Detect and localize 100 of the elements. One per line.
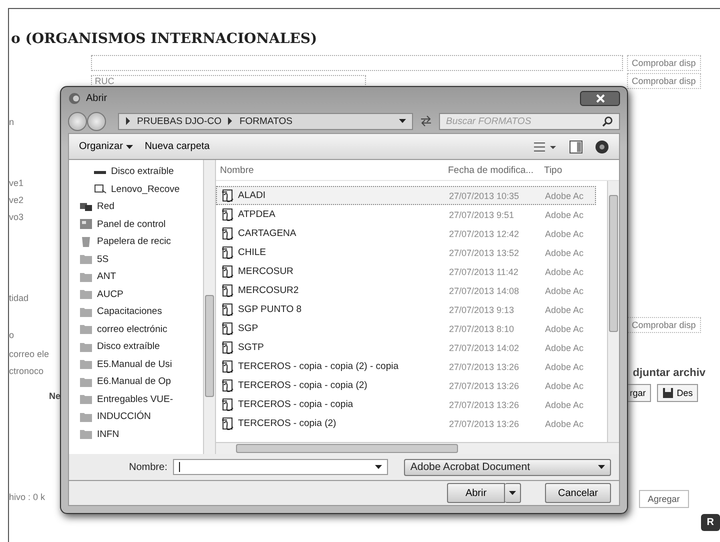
new-folder-button[interactable]: Nueva carpeta <box>144 141 210 152</box>
dropdown-arrow-icon <box>509 491 516 495</box>
file-type: Adobe Ac <box>544 342 585 352</box>
field-label: Ne <box>49 391 61 402</box>
nav-item[interactable]: INDUCCIÓN <box>69 408 203 426</box>
column-header[interactable]: Fecha de modifica... <box>448 164 540 176</box>
nav-item[interactable]: Entregables VUE- <box>69 390 203 408</box>
nav-item[interactable]: Lenovo_Recove <box>69 180 203 198</box>
file-type: Adobe Ac <box>544 418 585 428</box>
nav-item[interactable]: INFN <box>69 426 203 443</box>
folder-icon <box>79 340 93 353</box>
field-label: hivo : 0 k <box>9 492 46 503</box>
folder-icon <box>79 288 93 300</box>
file-type: Adobe Ac <box>544 362 585 372</box>
nav-item[interactable]: ANT <box>69 268 203 286</box>
file-name: TERCEROS - copia - copia (2) <box>238 380 368 391</box>
breadcrumb-item[interactable]: PRUEBAS DJO-CO <box>137 116 222 126</box>
nav-item[interactable]: 5S <box>69 250 203 268</box>
cancel-button[interactable]: Cancelar <box>545 483 611 503</box>
nav-item[interactable]: Capacitaciones <box>69 303 203 320</box>
address-bar[interactable]: PRUEBAS DJO-CO FORMATOS <box>118 112 413 130</box>
file-type: Adobe Ac <box>544 400 585 410</box>
file-type: Adobe Ac <box>544 228 585 238</box>
file-date: 27/07/2013 13:26 <box>449 400 520 410</box>
pdf-file-icon <box>221 265 235 278</box>
file-name: MERCOSUR <box>238 266 294 277</box>
check-availability-button[interactable]: Comprobar disp <box>626 317 701 333</box>
network-icon <box>79 200 93 213</box>
nav-item[interactable]: correo electrónic <box>69 320 203 338</box>
file-row[interactable]: SGP 27/07/2013 8:10 Adobe Ac <box>216 319 596 338</box>
file-name: CARTAGENA <box>238 228 296 239</box>
text-field[interactable] <box>90 55 623 71</box>
check-availability-button[interactable]: Comprobar disp <box>626 55 701 71</box>
file-name: TERCEROS - copia (2) <box>238 418 336 429</box>
preview-pane-icon[interactable] <box>569 140 583 154</box>
pdf-file-icon <box>221 189 235 202</box>
file-date: 27/07/2013 13:26 <box>449 362 520 372</box>
pdf-file-icon <box>221 341 235 354</box>
chevron-icon <box>227 117 234 125</box>
file-name: ATPDEA <box>238 209 276 220</box>
close-button[interactable] <box>580 90 620 106</box>
file-row[interactable]: SGTP 27/07/2013 14:02 Adobe Ac <box>216 338 596 357</box>
caret-icon <box>126 145 133 149</box>
forward-button[interactable] <box>87 112 106 130</box>
pdf-file-icon <box>221 303 235 316</box>
file-row[interactable]: TERCEROS - copia (2) 27/07/2013 13:26 Adobe Ac <box>216 414 596 433</box>
nav-item[interactable]: E5.Manual de Usi <box>69 356 203 373</box>
download-button[interactable]: Des <box>656 384 698 402</box>
file-row[interactable]: ATPDEA 27/07/2013 9:51 Adobe Ac <box>216 205 596 224</box>
folder-icon <box>79 410 93 423</box>
nav-item[interactable]: Panel de control <box>69 216 203 233</box>
breadcrumb-item[interactable]: FORMATOS <box>239 116 292 126</box>
help-icon[interactable] <box>595 140 609 154</box>
refresh-icon[interactable] <box>419 115 433 127</box>
column-header[interactable]: Tipo <box>540 164 594 176</box>
page-title: o (ORGANISMOS INTERNACIONALES) <box>11 31 318 47</box>
file-type: Adobe Ac <box>544 286 585 296</box>
file-row[interactable]: CARTAGENA 27/07/2013 12:42 Adobe Ac <box>216 224 596 243</box>
filename-field[interactable] <box>173 459 388 475</box>
file-date: 27/07/2013 14:02 <box>449 342 520 352</box>
recycle-bin-icon <box>79 236 93 248</box>
add-button[interactable]: Agregar <box>638 490 689 508</box>
nav-item[interactable]: Papelera de recic <box>69 233 203 250</box>
pdf-file-icon <box>221 360 235 373</box>
file-row[interactable]: MERCOSUR2 27/07/2013 14:08 Adobe Ac <box>216 281 596 300</box>
check-availability-button[interactable]: Comprobar disp <box>626 73 701 89</box>
field-label: vo3 <box>9 212 24 223</box>
file-name: SGP <box>238 323 258 334</box>
close-icon <box>596 94 604 102</box>
dialog-title: Abrir <box>86 92 108 104</box>
dropdown-arrow-icon <box>598 465 605 469</box>
file-row[interactable]: SGP PUNTO 8 27/07/2013 9:13 Adobe Ac <box>216 300 596 319</box>
file-name: CHILE <box>238 247 266 258</box>
column-header[interactable]: Nombre <box>216 164 448 176</box>
file-row[interactable]: TERCEROS - copia - copia (2) - copia 27/07/2013 13:26 Adobe Ac <box>216 357 596 376</box>
file-row[interactable]: ALADI 27/07/2013 10:35 Adobe Ac <box>216 186 596 205</box>
nav-item[interactable]: Red <box>69 198 203 216</box>
folder-icon <box>79 358 93 370</box>
filename-label: Nombre: <box>129 462 168 472</box>
back-button[interactable] <box>68 112 87 130</box>
save-icon <box>662 387 674 399</box>
file-row[interactable]: TERCEROS - copia - copia (2) 27/07/2013 13:26 Adobe Ac <box>216 376 596 395</box>
file-row[interactable]: MERCOSUR 27/07/2013 11:42 Adobe Ac <box>216 262 596 281</box>
open-button[interactable]: Abrir <box>447 483 505 503</box>
nav-item[interactable]: Disco extraíble <box>69 338 203 356</box>
file-date: 27/07/2013 11:42 <box>449 266 520 276</box>
nav-item[interactable]: AUCP <box>69 286 203 303</box>
nav-item[interactable]: E6.Manual de Op <box>69 373 203 390</box>
file-row[interactable]: CHILE 27/07/2013 13:52 Adobe Ac <box>216 243 596 262</box>
nav-item[interactable]: Disco extraíble <box>69 163 203 180</box>
file-date: 27/07/2013 8:10 <box>449 324 516 334</box>
view-options-icon[interactable] <box>533 140 557 152</box>
open-options-button[interactable] <box>505 483 521 503</box>
submit-button[interactable]: R <box>700 514 720 531</box>
file-row[interactable]: TERCEROS - copia - copia 27/07/2013 13:26 Adobe Ac <box>216 395 596 414</box>
file-type: Adobe Ac <box>544 304 585 314</box>
file-type-select[interactable]: Adobe Acrobat Document <box>404 458 611 476</box>
organize-menu[interactable]: Organizar <box>79 141 133 152</box>
file-name: TERCEROS - copia - copia <box>238 399 354 410</box>
file-type: Adobe Ac <box>544 190 585 200</box>
